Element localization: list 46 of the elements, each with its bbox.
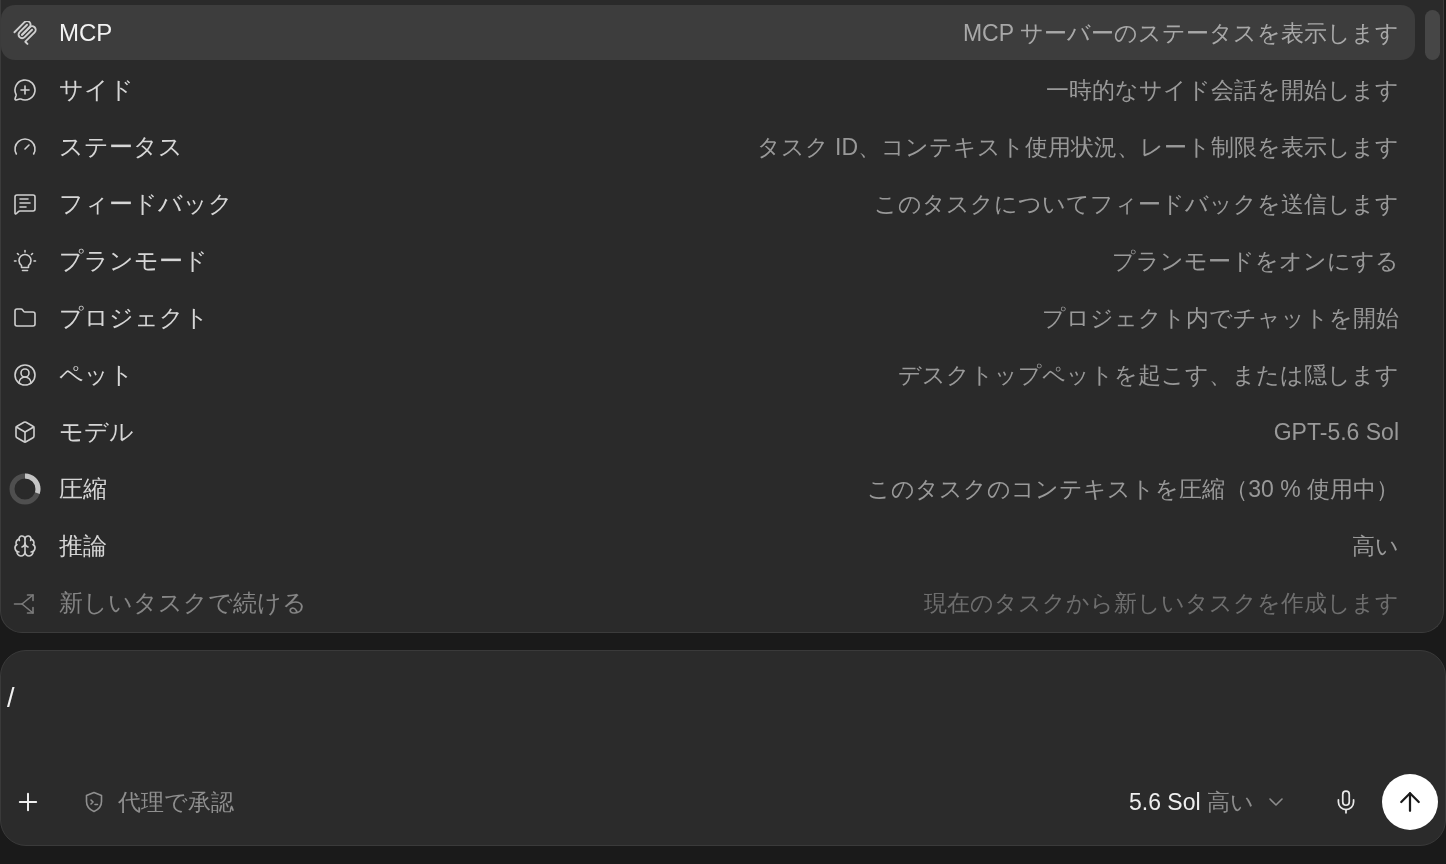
message-input[interactable]: /: [7, 682, 1425, 722]
menu-item[interactable]: 推論 高い: [1, 518, 1415, 573]
command-description: 一時的なサイド会話を開始します: [1046, 75, 1399, 105]
command-description: 現在のタスクから新しいタスクを作成します: [924, 588, 1399, 618]
approval-mode-button[interactable]: 代理で承認: [82, 784, 234, 820]
menu-item[interactable]: プランモード プランモードをオンにする: [1, 233, 1415, 288]
command-label: 圧縮: [59, 473, 107, 504]
command-label: プランモード: [59, 245, 208, 276]
menu-item[interactable]: フィードバック このタスクについてフィードバックを送信します: [1, 176, 1415, 231]
send-button[interactable]: [1382, 774, 1438, 830]
brain-icon: [13, 533, 37, 558]
menu-item[interactable]: サイド 一時的なサイド会話を開始します: [1, 62, 1415, 117]
command-description: このタスクのコンテキストを圧縮（30 % 使用中）: [867, 474, 1399, 504]
scrollbar-thumb[interactable]: [1425, 10, 1440, 60]
command-label: 新しいタスクで続ける: [59, 587, 307, 618]
command-description: プロジェクト内でチャットを開始: [1042, 303, 1399, 333]
command-label: MCP: [59, 17, 113, 48]
command-label: ペット: [59, 359, 134, 390]
command-description: このタスクについてフィードバックを送信します: [874, 189, 1399, 219]
cube-icon: [13, 419, 37, 444]
command-description: GPT-5.6 Sol: [1273, 417, 1399, 447]
command-label: サイド: [59, 74, 134, 105]
folder-icon: [13, 305, 37, 330]
lightbulb-icon: [13, 248, 37, 273]
progress-ring-icon: [9, 472, 41, 505]
command-description: タスク ID、コンテキスト使用状況、レート制限を表示します: [756, 132, 1399, 162]
menu-item[interactable]: モデル GPT-5.6 Sol: [1, 404, 1415, 459]
menu-item[interactable]: MCP MCP サーバーのステータスを表示します: [1, 5, 1415, 60]
menu-item[interactable]: 圧縮 このタスクのコンテキストを圧縮（30 % 使用中）: [1, 461, 1415, 516]
user-circle-icon: [13, 362, 37, 387]
command-description: デスクトップペットを起こす、または隠します: [898, 360, 1399, 390]
model-picker-button[interactable]: 5.6 Sol 高い: [1129, 782, 1288, 822]
menu-item[interactable]: ステータス タスク ID、コンテキスト使用状況、レート制限を表示します: [1, 119, 1415, 174]
command-label: プロジェクト: [59, 302, 209, 333]
command-label: モデル: [59, 416, 134, 447]
chat-plus-icon: [13, 77, 37, 102]
command-description: 高い: [1352, 531, 1399, 561]
command-label: 推論: [59, 530, 107, 561]
menu-item[interactable]: ペット デスクトップペットを起こす、または隠します: [1, 347, 1415, 402]
command-description: MCP サーバーのステータスを表示します: [962, 18, 1399, 48]
linked-strokes-icon: [13, 20, 37, 45]
command-label: フィードバック: [59, 188, 233, 219]
command-description: プランモードをオンにする: [1112, 246, 1399, 276]
command-label: ステータス: [59, 131, 183, 162]
menu-item[interactable]: プロジェクト プロジェクト内でチャットを開始: [1, 290, 1415, 345]
menu-item[interactable]: 新しいタスクで続ける 現在のタスクから新しいタスクを作成します: [1, 575, 1415, 630]
